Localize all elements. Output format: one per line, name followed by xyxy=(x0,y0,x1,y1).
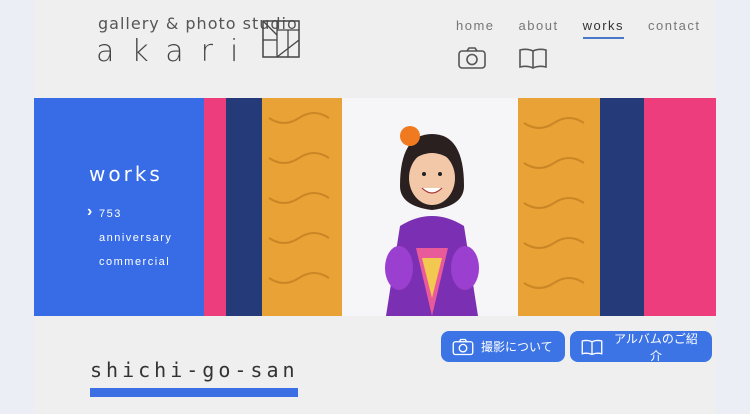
nav-works[interactable]: works xyxy=(582,18,625,39)
nav-about[interactable]: about xyxy=(519,18,559,39)
book-icon[interactable] xyxy=(518,46,548,70)
album-intro-button[interactable]: アルバムのご紹介 xyxy=(570,331,712,363)
title-underline xyxy=(90,388,298,397)
nav-contact[interactable]: contact xyxy=(648,18,700,39)
menu-item-commercial[interactable]: commercial xyxy=(99,254,172,278)
hero-title: works xyxy=(89,162,163,186)
menu-item-753[interactable]: 753 xyxy=(87,204,172,230)
page: gallery & photo studio akari home about … xyxy=(34,0,716,414)
hero-banner: works 753 anniversary commercial xyxy=(34,98,716,316)
book-icon xyxy=(581,339,603,355)
about-shooting-label: 撮影について xyxy=(481,340,553,354)
about-shooting-button[interactable]: 撮影について xyxy=(441,331,565,362)
section-title: shichi-go-san xyxy=(90,358,299,382)
camera-icon[interactable] xyxy=(457,46,487,70)
main-nav: home about works contact xyxy=(456,18,724,39)
brand-name[interactable]: akari xyxy=(96,34,255,69)
album-intro-label: アルバムのご紹介 xyxy=(614,331,698,363)
nav-home[interactable]: home xyxy=(456,18,495,39)
logo-mark[interactable] xyxy=(262,20,300,58)
hero-menu: 753 anniversary commercial xyxy=(87,204,172,278)
camera-icon xyxy=(452,338,474,355)
menu-item-anniversary[interactable]: anniversary xyxy=(99,230,172,254)
